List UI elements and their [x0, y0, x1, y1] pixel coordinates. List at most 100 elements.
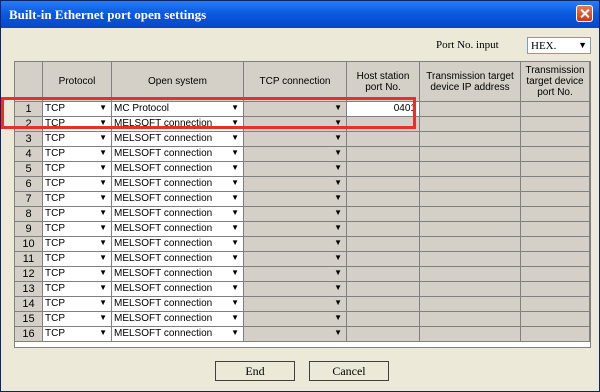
- chevron-down-icon[interactable]: ▼: [99, 283, 107, 292]
- host-port-input[interactable]: [347, 267, 420, 282]
- protocol-select[interactable]: TCP ▼: [43, 267, 112, 282]
- host-port-input[interactable]: [347, 237, 420, 252]
- open-system-select[interactable]: MELSOFT connection ▼: [112, 267, 244, 282]
- chevron-down-icon[interactable]: ▼: [334, 223, 342, 232]
- tcp-connection-select[interactable]: ▼: [244, 162, 347, 177]
- host-port-input[interactable]: [347, 207, 420, 222]
- tcp-connection-select[interactable]: ▼: [244, 237, 347, 252]
- chevron-down-icon[interactable]: ▼: [99, 328, 107, 337]
- chevron-down-icon[interactable]: ▼: [99, 193, 107, 202]
- chevron-down-icon[interactable]: ▼: [99, 253, 107, 262]
- open-system-select[interactable]: MELSOFT connection ▼: [112, 297, 244, 312]
- host-port-input[interactable]: [347, 282, 420, 297]
- chevron-down-icon[interactable]: ▼: [231, 148, 239, 157]
- protocol-select[interactable]: TCP ▼: [43, 327, 112, 342]
- host-port-input[interactable]: [347, 252, 420, 267]
- protocol-select[interactable]: TCP ▼: [43, 147, 112, 162]
- chevron-down-icon[interactable]: ▼: [231, 208, 239, 217]
- protocol-select[interactable]: TCP ▼: [43, 222, 112, 237]
- open-system-select[interactable]: MELSOFT connection ▼: [112, 312, 244, 327]
- open-system-select[interactable]: MELSOFT connection ▼: [112, 237, 244, 252]
- protocol-select[interactable]: TCP ▼: [43, 252, 112, 267]
- open-system-select[interactable]: MELSOFT connection ▼: [112, 327, 244, 342]
- chevron-down-icon[interactable]: ▼: [334, 283, 342, 292]
- chevron-down-icon[interactable]: ▼: [231, 313, 239, 322]
- tcp-connection-select[interactable]: ▼: [244, 282, 347, 297]
- tcp-connection-select[interactable]: ▼: [244, 147, 347, 162]
- port-no-input-select[interactable]: HEX. ▼: [527, 37, 591, 54]
- chevron-down-icon[interactable]: ▼: [99, 178, 107, 187]
- cancel-button[interactable]: Cancel: [309, 361, 389, 381]
- chevron-down-icon[interactable]: ▼: [334, 178, 342, 187]
- tcp-connection-select[interactable]: ▼: [244, 132, 347, 147]
- open-system-select[interactable]: MELSOFT connection ▼: [112, 177, 244, 192]
- chevron-down-icon[interactable]: ▼: [99, 238, 107, 247]
- tcp-connection-select[interactable]: ▼: [244, 192, 347, 207]
- protocol-select[interactable]: TCP ▼: [43, 312, 112, 327]
- host-port-input[interactable]: [347, 162, 420, 177]
- chevron-down-icon[interactable]: ▼: [231, 298, 239, 307]
- chevron-down-icon[interactable]: ▼: [99, 268, 107, 277]
- host-port-input[interactable]: [347, 147, 420, 162]
- chevron-down-icon[interactable]: ▼: [334, 148, 342, 157]
- chevron-down-icon[interactable]: ▼: [334, 133, 342, 142]
- chevron-down-icon[interactable]: ▼: [334, 313, 342, 322]
- chevron-down-icon[interactable]: ▼: [231, 178, 239, 187]
- close-icon[interactable]: [576, 5, 593, 22]
- tcp-connection-select[interactable]: ▼: [244, 327, 347, 342]
- chevron-down-icon[interactable]: ▼: [231, 268, 239, 277]
- chevron-down-icon[interactable]: ▼: [231, 163, 239, 172]
- chevron-down-icon[interactable]: ▼: [231, 133, 239, 142]
- chevron-down-icon[interactable]: ▼: [99, 133, 107, 142]
- open-system-select[interactable]: MELSOFT connection ▼: [112, 132, 244, 147]
- chevron-down-icon[interactable]: ▼: [231, 328, 239, 337]
- chevron-down-icon[interactable]: ▼: [99, 208, 107, 217]
- chevron-down-icon[interactable]: ▼: [334, 268, 342, 277]
- protocol-select[interactable]: TCP ▼: [43, 177, 112, 192]
- tcp-connection-select[interactable]: ▼: [244, 297, 347, 312]
- open-system-select[interactable]: MELSOFT connection ▼: [112, 192, 244, 207]
- tcp-connection-select[interactable]: ▼: [244, 222, 347, 237]
- chevron-down-icon[interactable]: ▼: [231, 193, 239, 202]
- protocol-select[interactable]: TCP ▼: [43, 237, 112, 252]
- end-button[interactable]: End: [215, 361, 295, 381]
- chevron-down-icon[interactable]: ▼: [334, 298, 342, 307]
- open-system-select[interactable]: MELSOFT connection ▼: [112, 147, 244, 162]
- open-system-select[interactable]: MELSOFT connection ▼: [112, 207, 244, 222]
- tcp-connection-select[interactable]: ▼: [244, 267, 347, 282]
- title-bar[interactable]: Built-in Ethernet port open settings: [1, 1, 599, 28]
- chevron-down-icon[interactable]: ▼: [334, 253, 342, 262]
- chevron-down-icon[interactable]: ▼: [334, 238, 342, 247]
- chevron-down-icon[interactable]: ▼: [99, 163, 107, 172]
- host-port-input[interactable]: [347, 222, 420, 237]
- open-system-select[interactable]: MELSOFT connection ▼: [112, 252, 244, 267]
- chevron-down-icon[interactable]: ▼: [231, 283, 239, 292]
- tcp-connection-select[interactable]: ▼: [244, 177, 347, 192]
- open-system-select[interactable]: MELSOFT connection ▼: [112, 162, 244, 177]
- chevron-down-icon[interactable]: ▼: [231, 223, 239, 232]
- host-port-input[interactable]: [347, 132, 420, 147]
- tcp-connection-select[interactable]: ▼: [244, 312, 347, 327]
- chevron-down-icon[interactable]: ▼: [334, 163, 342, 172]
- chevron-down-icon[interactable]: ▼: [99, 313, 107, 322]
- chevron-down-icon[interactable]: ▼: [99, 148, 107, 157]
- chevron-down-icon[interactable]: ▼: [334, 208, 342, 217]
- chevron-down-icon[interactable]: ▼: [334, 193, 342, 202]
- chevron-down-icon[interactable]: ▼: [231, 238, 239, 247]
- host-port-input[interactable]: [347, 297, 420, 312]
- host-port-input[interactable]: [347, 177, 420, 192]
- open-system-select[interactable]: MELSOFT connection ▼: [112, 222, 244, 237]
- tcp-connection-select[interactable]: ▼: [244, 252, 347, 267]
- chevron-down-icon[interactable]: ▼: [334, 328, 342, 337]
- protocol-select[interactable]: TCP ▼: [43, 282, 112, 297]
- chevron-down-icon[interactable]: ▼: [99, 223, 107, 232]
- protocol-select[interactable]: TCP ▼: [43, 132, 112, 147]
- chevron-down-icon[interactable]: ▼: [231, 253, 239, 262]
- protocol-select[interactable]: TCP ▼: [43, 162, 112, 177]
- host-port-input[interactable]: [347, 192, 420, 207]
- chevron-down-icon[interactable]: ▼: [99, 298, 107, 307]
- tcp-connection-select[interactable]: ▼: [244, 207, 347, 222]
- open-system-select[interactable]: MELSOFT connection ▼: [112, 282, 244, 297]
- host-port-input[interactable]: [347, 327, 420, 342]
- protocol-select[interactable]: TCP ▼: [43, 207, 112, 222]
